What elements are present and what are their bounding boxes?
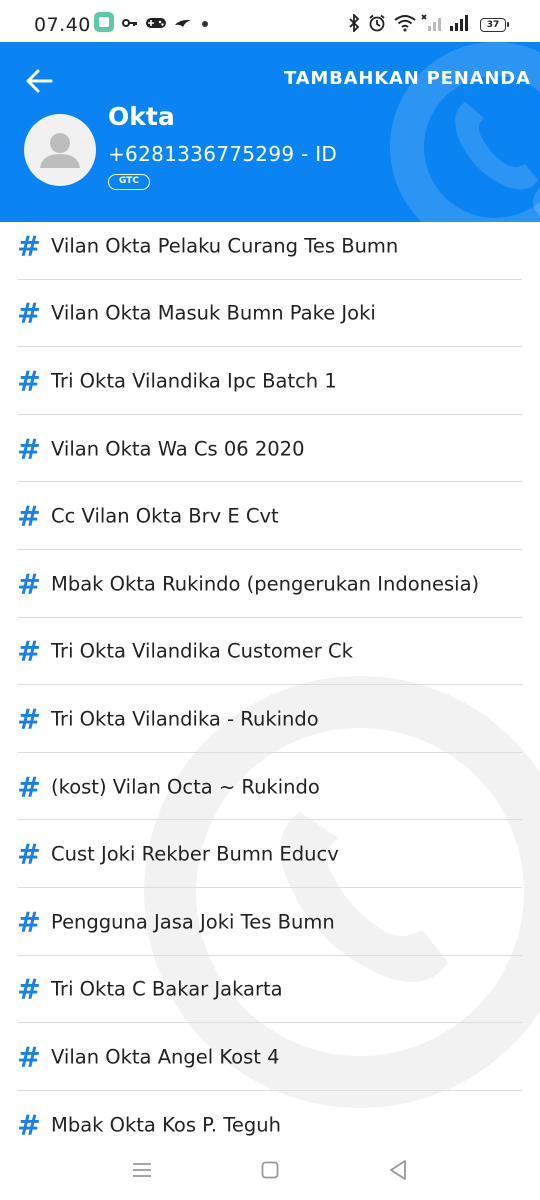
signal-icon: [449, 12, 471, 34]
contact-header: TAMBAHKAN PENANDA Okta +6281336775299 - …: [0, 42, 540, 222]
wifi-icon: [394, 12, 416, 34]
hash-icon: #: [17, 567, 41, 601]
tag-list: # Vilan Okta Pelaku Curang Tes Bumn # Vila…: [0, 222, 540, 1140]
tag-label: Tri Okta Vilandika Ipc Batch 1: [51, 369, 337, 393]
bird-icon: [174, 12, 192, 34]
tag-label: Mbak Okta Kos P. Teguh: [51, 1113, 281, 1137]
avatar[interactable]: [24, 114, 96, 186]
hash-icon: #: [17, 634, 41, 668]
hash-icon: #: [17, 296, 41, 330]
recent-apps-button[interactable]: [127, 1155, 157, 1185]
avatar-icon: [40, 133, 80, 168]
tag-label: Vilan Okta Wa Cs 06 2020: [51, 437, 305, 461]
home-button[interactable]: [255, 1155, 285, 1185]
list-item[interactable]: # Tri Okta Vilandika Customer Ck: [0, 618, 540, 686]
hash-icon: #: [17, 972, 41, 1006]
hash-icon: #: [17, 837, 41, 871]
list-item[interactable]: # Tri Okta C Bakar Jakarta: [0, 956, 540, 1024]
alarm-icon: [368, 12, 386, 34]
contact-number: +6281336775299 - ID: [108, 142, 338, 166]
tag-label: Tri Okta C Bakar Jakarta: [51, 977, 283, 1001]
back-button[interactable]: [22, 64, 56, 98]
hash-icon: #: [17, 432, 41, 466]
dot-icon: [202, 21, 208, 27]
tag-label: Tri Okta Vilandika Customer Ck: [51, 639, 353, 663]
list-item[interactable]: # Pengguna Jasa Joki Tes Bumn: [0, 888, 540, 956]
list-item[interactable]: # Vilan Okta Angel Kost 4: [0, 1023, 540, 1091]
hash-icon: #: [17, 364, 41, 398]
tag-list-area[interactable]: # Vilan Okta Pelaku Curang Tes Bumn # Vila…: [0, 222, 540, 1140]
list-item[interactable]: # (kost) Vilan Octa ~ Rukindo: [0, 753, 540, 821]
tag-label: Tri Okta Vilandika - Rukindo: [51, 707, 319, 731]
hash-icon: #: [17, 770, 41, 804]
add-tag-button[interactable]: TAMBAHKAN PENANDA: [284, 68, 540, 89]
hash-icon: #: [17, 229, 41, 263]
app-icon: [94, 12, 114, 32]
hash-icon: #: [17, 1040, 41, 1074]
list-item[interactable]: # Tri Okta Vilandika - Rukindo: [0, 685, 540, 753]
list-item[interactable]: # Cust Joki Rekber Bumn Educv: [0, 820, 540, 888]
back-icon: [390, 1160, 406, 1180]
tag-label: Vilan Okta Angel Kost 4: [51, 1045, 280, 1069]
list-item[interactable]: # Cc Vilan Okta Brv E Cvt: [0, 482, 540, 550]
battery-icon: 37: [480, 18, 509, 32]
list-item[interactable]: # Vilan Okta Wa Cs 06 2020: [0, 415, 540, 483]
menu-icon: [133, 1163, 151, 1177]
list-item[interactable]: # Mbak Okta Kos P. Teguh: [0, 1091, 540, 1140]
list-item[interactable]: # Tri Okta Vilandika Ipc Batch 1: [0, 347, 540, 415]
list-item[interactable]: # Mbak Okta Rukindo (pengerukan Indonesia…: [0, 550, 540, 618]
tag-label: Pengguna Jasa Joki Tes Bumn: [51, 910, 335, 934]
system-back-button[interactable]: [383, 1155, 413, 1185]
key-icon: [122, 12, 138, 34]
bluetooth-icon: [347, 12, 361, 34]
hash-icon: #: [17, 905, 41, 939]
contact-name: Okta: [108, 102, 175, 131]
hash-icon: #: [17, 1108, 41, 1140]
tag-label: Vilan Okta Pelaku Curang Tes Bumn: [51, 234, 399, 258]
status-bar: 07.40 37: [0, 0, 540, 42]
carrier-badge: GTC: [108, 174, 150, 190]
back-arrow-icon: [26, 69, 53, 93]
list-item[interactable]: # Vilan Okta Pelaku Curang Tes Bumn: [0, 222, 540, 280]
no-signal-icon: [420, 12, 442, 34]
tag-label: Mbak Okta Rukindo (pengerukan Indonesia): [51, 572, 480, 596]
tag-label: Cc Vilan Okta Brv E Cvt: [51, 504, 279, 528]
status-time: 07.40: [34, 14, 91, 36]
home-icon: [261, 1161, 279, 1179]
tag-label: Cust Joki Rekber Bumn Educv: [51, 842, 339, 866]
gamepad-icon: [145, 12, 167, 34]
hash-icon: #: [17, 499, 41, 533]
hash-icon: #: [17, 702, 41, 736]
system-nav-bar: [0, 1140, 540, 1200]
tag-label: (kost) Vilan Octa ~ Rukindo: [51, 775, 320, 799]
tag-label: Vilan Okta Masuk Bumn Pake Joki: [51, 301, 376, 325]
list-item[interactable]: # Vilan Okta Masuk Bumn Pake Joki: [0, 280, 540, 348]
